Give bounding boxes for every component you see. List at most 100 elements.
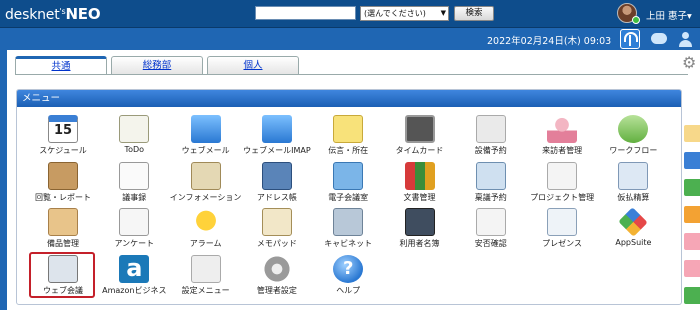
menu-item[interactable]: 回覧・レポート [27, 161, 99, 206]
edge-shortcut[interactable] [684, 179, 700, 196]
menu-item-label: 回覧・レポート [35, 192, 91, 202]
menu-item[interactable]: アラーム [170, 208, 242, 252]
menu-item-label: 来訪者管理 [542, 146, 583, 155]
profile-icon[interactable] [675, 29, 695, 49]
search-input[interactable] [255, 6, 356, 20]
menu-item[interactable]: アンケート [98, 208, 170, 252]
menu-panel: メニュー 15 スケジュール ToDo ウェブメール ウェブメールIMAP 伝言・所在 タイ… [16, 89, 682, 305]
current-date: 2022年02月24日(木) 09:03 [487, 36, 612, 47]
menu-item[interactable]: 安否確認 [455, 208, 527, 252]
webmail-imap-icon [261, 115, 292, 143]
menu-item-label: インフォメーション [169, 192, 242, 202]
menu-item[interactable]: 設備予約 [455, 115, 527, 159]
menu-item[interactable]: 稟議予約 [455, 161, 527, 206]
right-edge-shortcuts [684, 125, 700, 310]
menu-item[interactable]: ToDo [98, 115, 170, 159]
menu-item-label: 利用者名簿 [399, 239, 440, 248]
menu-item-label: アドレス帳 [256, 192, 297, 202]
tab-personal[interactable]: 個人 [207, 56, 299, 74]
menu-item-label: アラーム [189, 239, 222, 248]
edge-shortcut[interactable] [684, 152, 700, 169]
menu-item[interactable]: プレゼンス [526, 208, 598, 252]
visitor-icon [547, 115, 578, 143]
menu-item-label: Amazonビジネス [102, 285, 167, 295]
menu-item-label: 文書管理 [403, 192, 436, 202]
forum-icon [333, 161, 364, 190]
menu-item[interactable]: 利用者名簿 [384, 208, 456, 252]
logo-text-prefix: desknet [5, 7, 60, 23]
address-book-icon [261, 161, 292, 190]
logo[interactable]: desknet'sNEO [5, 5, 101, 23]
search-button[interactable]: 検索 [454, 6, 494, 21]
menu-item-label: ウェブメールIMAP [243, 146, 311, 155]
menu-item-label: 安否確認 [474, 239, 507, 248]
menu-item[interactable]: 文書管理 [384, 161, 456, 206]
survey-icon [119, 208, 150, 236]
menu-item[interactable]: 管理者設定 [241, 254, 313, 299]
menu-item[interactable]: インフォメーション [170, 161, 242, 206]
amazon-icon: a [119, 254, 150, 283]
menu-item[interactable]: ウェブメール [170, 115, 242, 159]
menu-item[interactable]: プロジェクト管理 [526, 161, 598, 206]
settings-menu-icon [190, 254, 221, 283]
tab-general-affairs[interactable]: 総務部 [111, 56, 203, 74]
tab-common[interactable]: 共通 [15, 56, 107, 75]
menu-item[interactable]: 伝言・所在 [312, 115, 384, 159]
documents-icon [404, 161, 435, 190]
menu-item[interactable]: 来訪者管理 [526, 115, 598, 159]
edge-shortcut[interactable] [684, 125, 700, 142]
user-menu[interactable]: 上田 惠子▾ [646, 8, 692, 22]
directory-icon [404, 208, 435, 236]
menu-item-label: ToDo [124, 145, 145, 154]
menu-item[interactable]: 仮払精算 [597, 161, 669, 206]
menu-item[interactable]: AppSuite [597, 207, 669, 252]
appsuite-icon [618, 207, 649, 237]
minutes-icon [119, 161, 150, 190]
menu-item-label: 議事録 [122, 192, 147, 202]
purchase-icon [475, 161, 506, 190]
menu-item[interactable]: ワークフロー [597, 115, 669, 159]
presence-status-icon [632, 16, 640, 24]
menu-item[interactable]: 15 スケジュール [27, 115, 99, 159]
webmail-icon [190, 115, 221, 143]
menu-item-label: 仮払精算 [617, 192, 650, 202]
edge-shortcut[interactable] [684, 287, 700, 304]
timecard-icon [404, 115, 435, 143]
menu-item[interactable]: 議事録 [98, 161, 170, 206]
chat-icon[interactable] [649, 29, 669, 49]
menu-item[interactable]: アドレス帳 [241, 161, 313, 206]
facility-icon [475, 115, 506, 143]
menu-item-label: スケジュール [39, 146, 87, 155]
tab-label: 総務部 [142, 60, 172, 71]
menu-item[interactable]: タイムカード [384, 115, 456, 159]
menu-item-label: 設備予約 [474, 146, 507, 155]
edge-shortcut[interactable] [684, 233, 700, 250]
antenna-icon[interactable] [620, 29, 640, 49]
menu-item-label: プロジェクト管理 [530, 192, 595, 202]
edge-shortcut[interactable] [684, 260, 700, 277]
menu-item-label: 管理者設定 [256, 285, 297, 295]
help-icon: ? [333, 254, 364, 283]
search-scope-select[interactable]: (選んでください) ▼ [360, 6, 449, 21]
menu-item[interactable]: a Amazonビジネス [98, 254, 170, 299]
tab-label: 個人 [243, 60, 263, 71]
menu-item[interactable]: ウェブメールIMAP [241, 115, 313, 159]
menu-item[interactable]: ウェブ会議 [27, 254, 99, 299]
menu-item[interactable]: キャビネット [312, 208, 384, 252]
menu-item-label: 設定メニュー [181, 285, 230, 295]
expense-icon [618, 161, 649, 190]
menu-item[interactable]: 電子会議室 [312, 161, 384, 206]
date-bar: 2022年02月24日(木) 09:03 [0, 28, 700, 50]
alarm-icon [190, 208, 221, 236]
menu-item[interactable]: 設定メニュー [170, 254, 242, 299]
workflow-icon [618, 115, 649, 143]
menu-item[interactable]: メモパッド [241, 208, 313, 252]
gear-icon[interactable] [682, 53, 696, 72]
menu-item[interactable]: ? ヘルプ [312, 254, 384, 299]
menu-item-label: ヘルプ [336, 285, 361, 295]
menu-item[interactable]: 備品管理 [27, 208, 99, 252]
project-icon [547, 161, 578, 190]
calendar-icon: 15 [48, 115, 78, 143]
logo-text-apos: 's [59, 7, 66, 16]
edge-shortcut[interactable] [684, 206, 700, 223]
